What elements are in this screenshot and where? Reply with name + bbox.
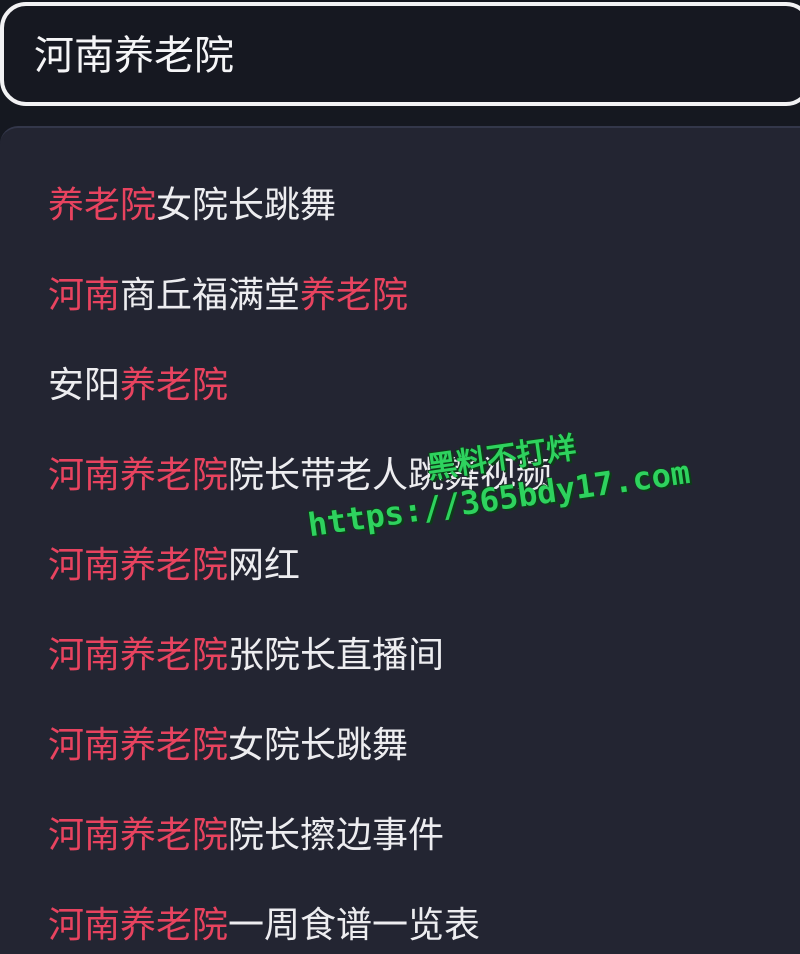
suggestion-panel: 养老院女院长跳舞 河南商丘福满堂养老院 安阳养老院 河南养老院院长带老人跳舞视频…: [0, 126, 800, 954]
suggestion-item[interactable]: 安阳养老院: [48, 356, 788, 416]
suggestion-highlight: 河南养老院: [48, 905, 229, 946]
suggestion-text: 院长擦边事件: [228, 815, 445, 856]
suggestion-item[interactable]: 河南养老院一周食谱一览表: [48, 896, 788, 954]
suggestion-highlight: 河南养老院: [48, 635, 229, 676]
suggestion-text: 女院长跳舞: [156, 185, 337, 226]
suggestion-text: 一周食谱一览表: [228, 905, 481, 946]
suggestion-text: 安阳: [48, 365, 121, 406]
suggestion-item[interactable]: 河南养老院院长带老人跳舞视频: [48, 446, 788, 506]
suggestion-highlight: 河南养老院: [48, 455, 229, 496]
search-input[interactable]: [34, 26, 774, 86]
suggestion-text: 女院长跳舞: [228, 725, 409, 766]
suggestion-text: 商丘福满堂: [120, 275, 301, 316]
suggestion-highlight: 养老院: [300, 275, 409, 316]
search-screen: 养老院女院长跳舞 河南商丘福满堂养老院 安阳养老院 河南养老院院长带老人跳舞视频…: [0, 0, 800, 954]
suggestion-item[interactable]: 河南养老院网红: [48, 536, 788, 596]
suggestion-item[interactable]: 河南养老院院长擦边事件: [48, 806, 788, 866]
search-bar[interactable]: [0, 2, 800, 106]
suggestion-item[interactable]: 河南商丘福满堂养老院: [48, 266, 788, 326]
suggestion-highlight: 河南养老院: [48, 545, 229, 586]
suggestion-item[interactable]: 养老院女院长跳舞: [48, 176, 788, 236]
suggestion-highlight: 养老院: [48, 185, 157, 226]
suggestion-text: 网红: [228, 545, 301, 586]
suggestion-text: 院长带老人跳舞视频: [228, 455, 553, 496]
suggestion-highlight: 养老院: [120, 365, 229, 406]
suggestion-item[interactable]: 河南养老院张院长直播间: [48, 626, 788, 686]
suggestion-highlight: 河南养老院: [48, 815, 229, 856]
suggestion-highlight: 河南: [48, 275, 121, 316]
suggestion-highlight: 河南养老院: [48, 725, 229, 766]
suggestion-item[interactable]: 河南养老院女院长跳舞: [48, 716, 788, 776]
suggestion-text: 张院长直播间: [228, 635, 445, 676]
